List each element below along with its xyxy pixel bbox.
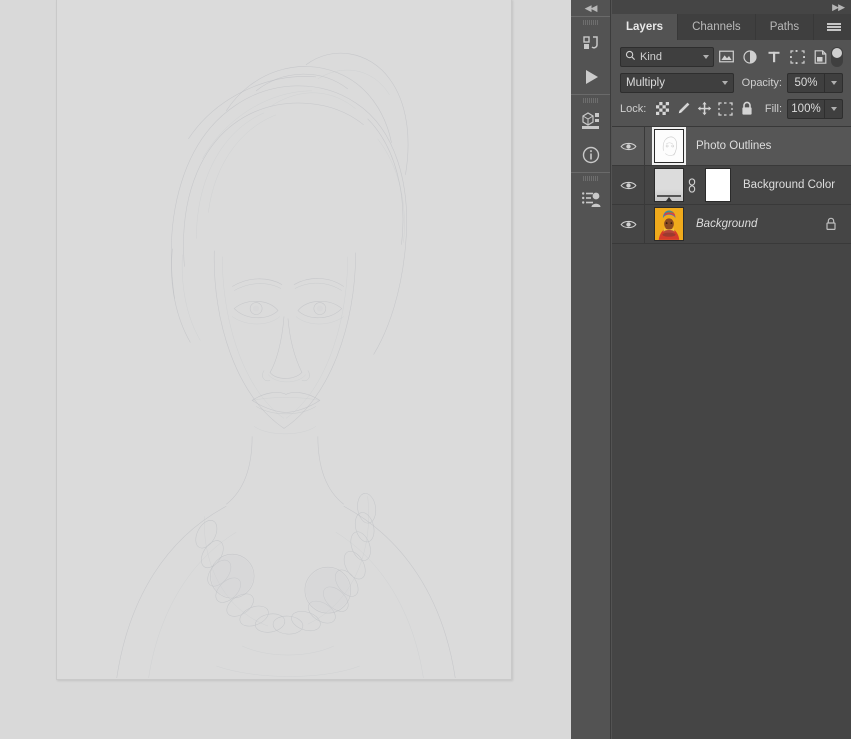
- layer-visibility-toggle[interactable]: [612, 166, 645, 204]
- layer-visibility-toggle[interactable]: [612, 205, 645, 243]
- lock-transparent-pixels-icon[interactable]: [652, 99, 673, 119]
- layer-thumbnail-wrap[interactable]: [645, 207, 684, 241]
- layer-thumbnail[interactable]: [652, 127, 686, 165]
- libraries-icon[interactable]: [571, 26, 610, 60]
- filter-pixel-icon[interactable]: [716, 47, 737, 67]
- panel-menu-icon[interactable]: [817, 14, 851, 40]
- lock-all-icon[interactable]: [736, 99, 757, 119]
- magnifier-icon: [625, 48, 636, 66]
- fill-stepper[interactable]: [825, 98, 843, 119]
- panel-tab-strip: Layers Channels Paths: [612, 14, 851, 40]
- layer-name[interactable]: Background: [696, 218, 825, 230]
- photoshop-window: ◀◀ ▶▶ Layers Channels Paths Kind Multipl…: [0, 0, 851, 739]
- opacity-label: Opacity:: [741, 76, 782, 89]
- rail-group-2: [571, 94, 610, 172]
- blend-row: Multiply Opacity: 50%: [620, 72, 843, 93]
- chevron-down-icon: [830, 106, 837, 111]
- layer-thumbnail[interactable]: [654, 168, 684, 202]
- filter-kind-select[interactable]: Kind: [620, 46, 714, 67]
- lock-image-pixels-icon[interactable]: [673, 99, 694, 119]
- layer-thumbnail-wrap[interactable]: [645, 168, 731, 202]
- layer-locked-icon[interactable]: [825, 217, 837, 231]
- rail-grip[interactable]: [571, 95, 610, 104]
- tab-paths[interactable]: Paths: [755, 14, 815, 40]
- rail-grip[interactable]: [571, 17, 610, 26]
- artwork-sketch: [57, 0, 511, 679]
- layer-thumbnail[interactable]: [654, 207, 684, 241]
- layer-name[interactable]: Background Color: [743, 179, 851, 191]
- chevron-down-icon: [721, 80, 728, 85]
- filter-shape-icon[interactable]: [786, 47, 807, 67]
- lock-position-icon[interactable]: [694, 99, 715, 119]
- lock-artboard-nesting-icon[interactable]: [715, 99, 736, 119]
- chevron-down-icon: [702, 54, 709, 59]
- filter-smart-object-icon[interactable]: [810, 47, 831, 67]
- layers-panel: ▶▶ Layers Channels Paths Kind Multiply O…: [612, 0, 851, 739]
- tab-layers[interactable]: Layers: [612, 14, 679, 40]
- filter-type-icon[interactable]: [763, 47, 784, 67]
- expand-panel-button[interactable]: ▶▶: [832, 2, 845, 13]
- eye-icon: [620, 220, 636, 228]
- rail-group-1: [571, 16, 610, 94]
- fill-label: Fill:: [764, 102, 782, 115]
- lock-row: Lock: Fill: 100%: [620, 98, 843, 119]
- filter-row: Kind: [620, 46, 843, 67]
- layer-comps-icon[interactable]: [571, 182, 610, 216]
- fill-input[interactable]: 100%: [787, 98, 825, 119]
- opacity-stepper[interactable]: [825, 72, 843, 93]
- layer-mask-link-icon[interactable]: [686, 177, 698, 193]
- canvas-area[interactable]: [0, 0, 571, 739]
- document-canvas[interactable]: [56, 0, 512, 680]
- rail-grip[interactable]: [571, 173, 610, 182]
- blend-mode-value: Multiply: [626, 76, 665, 89]
- opacity-input[interactable]: 50%: [787, 72, 825, 93]
- filter-adjustment-icon[interactable]: [739, 47, 760, 67]
- filter-kind-value: Kind: [640, 50, 663, 63]
- play-actions-icon[interactable]: [571, 60, 610, 94]
- lock-label: Lock:: [620, 102, 647, 115]
- table-row[interactable]: Background Color: [612, 166, 851, 205]
- layer-visibility-toggle[interactable]: [612, 127, 645, 165]
- tab-channels[interactable]: Channels: [678, 14, 756, 40]
- layer-list[interactable]: Photo Outlines Background Color Backgrou…: [612, 126, 851, 739]
- table-row[interactable]: Photo Outlines: [612, 127, 851, 166]
- layers-panel-controls: Kind Multiply Opacity: 50% Lock: Fill: 1…: [612, 40, 851, 126]
- dock-icon-rail: ◀◀: [571, 0, 611, 739]
- table-row[interactable]: Background: [612, 205, 851, 244]
- blend-mode-select[interactable]: Multiply: [620, 72, 734, 93]
- chevron-down-icon: [830, 80, 837, 85]
- layer-thumbnail-wrap[interactable]: [645, 127, 686, 165]
- right-dock: ◀◀ ▶▶ Layers Channels Paths Kind Multipl…: [571, 0, 851, 739]
- eye-icon: [620, 142, 636, 150]
- filter-enable-toggle[interactable]: [831, 46, 843, 67]
- info-icon[interactable]: [571, 138, 610, 172]
- eye-icon: [620, 181, 636, 189]
- collapse-dock-button[interactable]: ◀◀: [571, 0, 610, 16]
- rail-group-3: [571, 172, 610, 216]
- panel-top-bar: ▶▶: [612, 0, 851, 14]
- layer-mask-thumbnail[interactable]: [705, 168, 731, 202]
- layer-name[interactable]: Photo Outlines: [696, 140, 851, 152]
- 3d-icon[interactable]: [571, 104, 610, 138]
